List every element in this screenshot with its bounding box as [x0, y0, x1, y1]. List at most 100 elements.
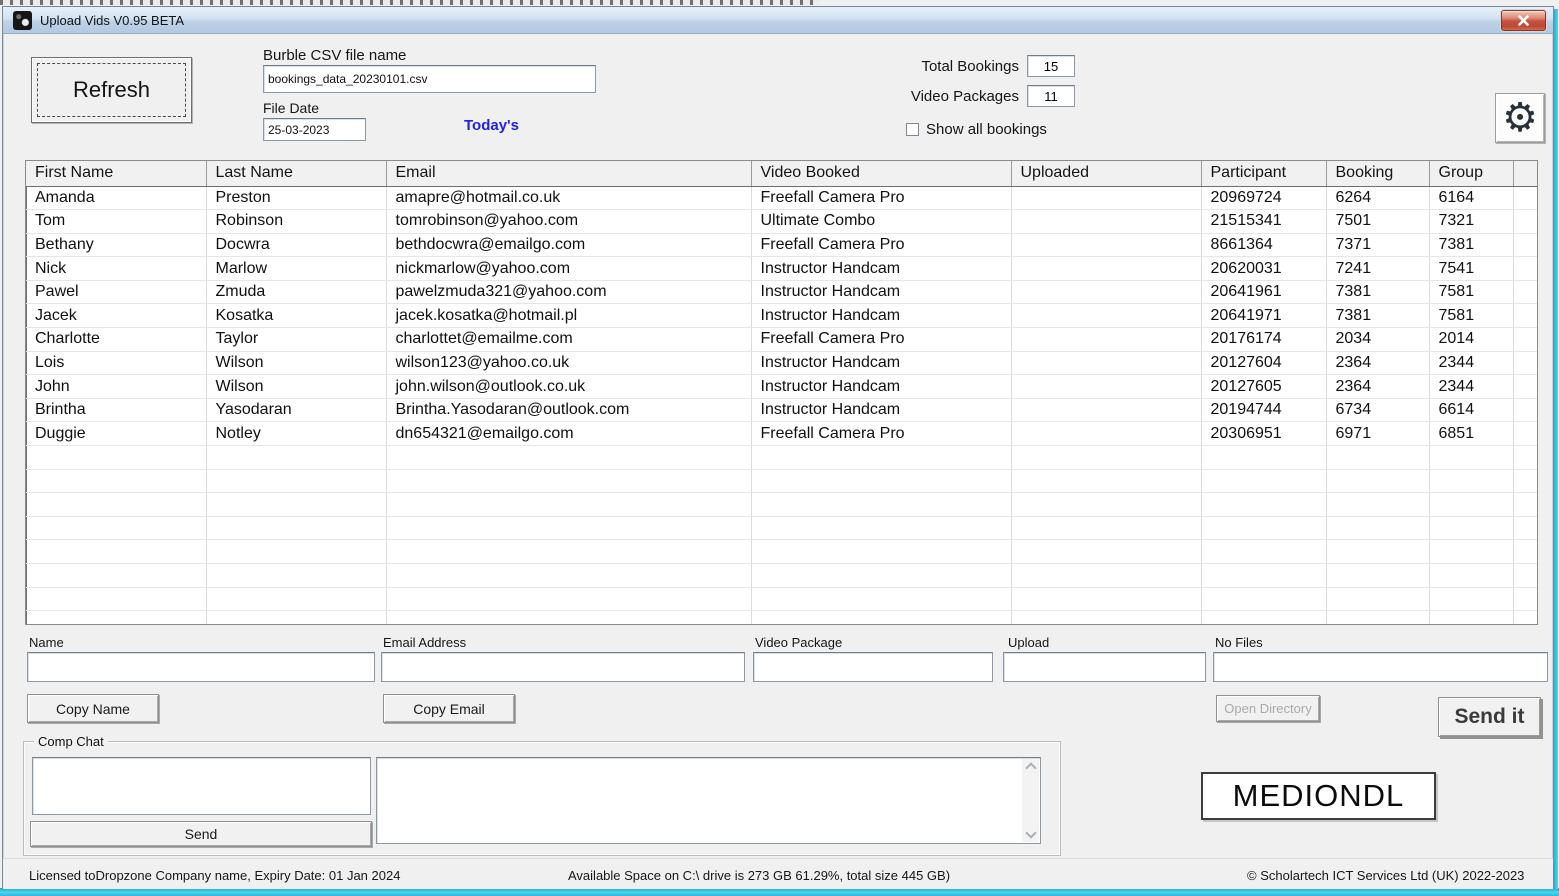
table-cell[interactable]: 6971	[1326, 422, 1429, 446]
chat-send-button[interactable]: Send	[30, 821, 372, 847]
table-cell[interactable]: Tom	[26, 210, 206, 234]
table-cell[interactable]: 20127604	[1201, 351, 1326, 375]
table-cell[interactable]: 7381	[1326, 280, 1429, 304]
table-cell[interactable]	[1011, 328, 1201, 352]
table-cell[interactable]: 20641961	[1201, 280, 1326, 304]
table-cell[interactable]: Instructor Handcam	[751, 351, 1011, 375]
column-header-uploaded[interactable]: Uploaded	[1011, 161, 1201, 186]
table-cell[interactable]	[1011, 375, 1201, 399]
table-cell[interactable]: 20641971	[1201, 304, 1326, 328]
table-cell[interactable]	[1011, 422, 1201, 446]
table-cell[interactable]: 21515341	[1201, 210, 1326, 234]
table-row[interactable]: JohnWilsonjohn.wilson@outlook.co.ukInstr…	[26, 375, 1537, 399]
table-cell[interactable]	[1513, 422, 1537, 446]
table-cell[interactable]: Charlotte	[26, 328, 206, 352]
table-cell[interactable]: bethdocwra@emailgo.com	[386, 233, 751, 257]
table-row[interactable]: NickMarlownickmarlow@yahoo.comInstructor…	[26, 257, 1537, 281]
table-cell[interactable]: charlottet@emailme.com	[386, 328, 751, 352]
table-cell[interactable]: Freefall Camera Pro	[751, 186, 1011, 210]
table-cell[interactable]: 6734	[1326, 398, 1429, 422]
table-cell[interactable]	[1011, 280, 1201, 304]
table-cell[interactable]: tomrobinson@yahoo.com	[386, 210, 751, 234]
table-cell[interactable]: 6264	[1326, 186, 1429, 210]
video-package-input[interactable]	[753, 652, 993, 682]
copy-email-button[interactable]: Copy Email	[383, 694, 515, 723]
table-cell[interactable]	[1513, 257, 1537, 281]
table-cell[interactable]: Duggie	[26, 422, 206, 446]
table-cell[interactable]: Freefall Camera Pro	[751, 328, 1011, 352]
table-row[interactable]: TomRobinsontomrobinson@yahoo.comUltimate…	[26, 210, 1537, 234]
bookings-grid[interactable]: First Name Last Name Email Video Booked …	[25, 160, 1538, 625]
table-row[interactable]: BrinthaYasodaranBrintha.Yasodaran@outloo…	[26, 398, 1537, 422]
table-cell[interactable]: 7381	[1429, 233, 1513, 257]
table-cell[interactable]	[1513, 328, 1537, 352]
table-cell[interactable]: Wilson	[206, 375, 386, 399]
column-header-participant[interactable]: Participant	[1201, 161, 1326, 186]
upload-input[interactable]	[1003, 652, 1206, 682]
no-files-input[interactable]	[1213, 652, 1548, 682]
table-cell[interactable]: Wilson	[206, 351, 386, 375]
table-cell[interactable]: Instructor Handcam	[751, 280, 1011, 304]
table-cell[interactable]: Jacek	[26, 304, 206, 328]
table-cell[interactable]	[1011, 304, 1201, 328]
table-cell[interactable]: 20176174	[1201, 328, 1326, 352]
table-cell[interactable]: Lois	[26, 351, 206, 375]
table-cell[interactable]: 2014	[1429, 328, 1513, 352]
table-cell[interactable]: Instructor Handcam	[751, 375, 1011, 399]
table-cell[interactable]	[1513, 233, 1537, 257]
table-cell[interactable]: nickmarlow@yahoo.com	[386, 257, 751, 281]
table-cell[interactable]: 7581	[1429, 304, 1513, 328]
email-address-input[interactable]	[381, 652, 745, 682]
chat-message-input[interactable]	[32, 757, 371, 815]
table-row[interactable]: JacekKosatkajacek.kosatka@hotmail.plInst…	[26, 304, 1537, 328]
column-header-video-booked[interactable]: Video Booked	[751, 161, 1011, 186]
table-cell[interactable]: 2034	[1326, 328, 1429, 352]
table-row[interactable]: LoisWilsonwilson123@yahoo.co.ukInstructo…	[26, 351, 1537, 375]
table-cell[interactable]: Preston	[206, 186, 386, 210]
table-cell[interactable]: Zmuda	[206, 280, 386, 304]
table-cell[interactable]: 6851	[1429, 422, 1513, 446]
table-cell[interactable]: 7241	[1326, 257, 1429, 281]
table-cell[interactable]: Brintha	[26, 398, 206, 422]
column-header-last-name[interactable]: Last Name	[206, 161, 386, 186]
close-button[interactable]	[1501, 10, 1546, 31]
table-cell[interactable]: jacek.kosatka@hotmail.pl	[386, 304, 751, 328]
table-cell[interactable]: Docwra	[206, 233, 386, 257]
title-bar[interactable]: Upload Vids V0.95 BETA	[3, 7, 1553, 34]
table-cell[interactable]: 7541	[1429, 257, 1513, 281]
table-cell[interactable]: 7321	[1429, 210, 1513, 234]
table-cell[interactable]	[1513, 375, 1537, 399]
table-cell[interactable]: 20194744	[1201, 398, 1326, 422]
table-cell[interactable]: 7381	[1326, 304, 1429, 328]
scroll-up-icon[interactable]	[1025, 762, 1036, 773]
table-cell[interactable]: 2344	[1429, 375, 1513, 399]
table-cell[interactable]: Notley	[206, 422, 386, 446]
table-cell[interactable]	[1011, 210, 1201, 234]
table-cell[interactable]: amapre@hotmail.co.uk	[386, 186, 751, 210]
table-cell[interactable]: 2364	[1326, 351, 1429, 375]
show-all-bookings-checkbox[interactable]	[906, 123, 919, 136]
table-cell[interactable]: 6164	[1429, 186, 1513, 210]
table-cell[interactable]: pawelzmuda321@yahoo.com	[386, 280, 751, 304]
file-date-input[interactable]	[263, 118, 366, 141]
table-cell[interactable]: 20127605	[1201, 375, 1326, 399]
table-cell[interactable]	[1011, 186, 1201, 210]
table-cell[interactable]: Ultimate Combo	[751, 210, 1011, 234]
table-cell[interactable]: 7371	[1326, 233, 1429, 257]
table-cell[interactable]	[1513, 351, 1537, 375]
table-cell[interactable]: Bethany	[26, 233, 206, 257]
table-cell[interactable]: 20969724	[1201, 186, 1326, 210]
table-cell[interactable]: Freefall Camera Pro	[751, 233, 1011, 257]
csv-filename-input[interactable]	[263, 65, 596, 93]
table-row[interactable]: DuggieNotleydn654321@emailgo.comFreefall…	[26, 422, 1537, 446]
table-cell[interactable]: 2364	[1326, 375, 1429, 399]
table-cell[interactable]: john.wilson@outlook.co.uk	[386, 375, 751, 399]
table-cell[interactable]: 7581	[1429, 280, 1513, 304]
open-directory-button[interactable]: Open Directory	[1216, 695, 1320, 722]
table-cell[interactable]: Kosatka	[206, 304, 386, 328]
table-cell[interactable]	[1513, 304, 1537, 328]
table-cell[interactable]: Amanda	[26, 186, 206, 210]
column-header-group[interactable]: Group	[1429, 161, 1513, 186]
table-cell[interactable]: Instructor Handcam	[751, 398, 1011, 422]
table-cell[interactable]: 20306951	[1201, 422, 1326, 446]
